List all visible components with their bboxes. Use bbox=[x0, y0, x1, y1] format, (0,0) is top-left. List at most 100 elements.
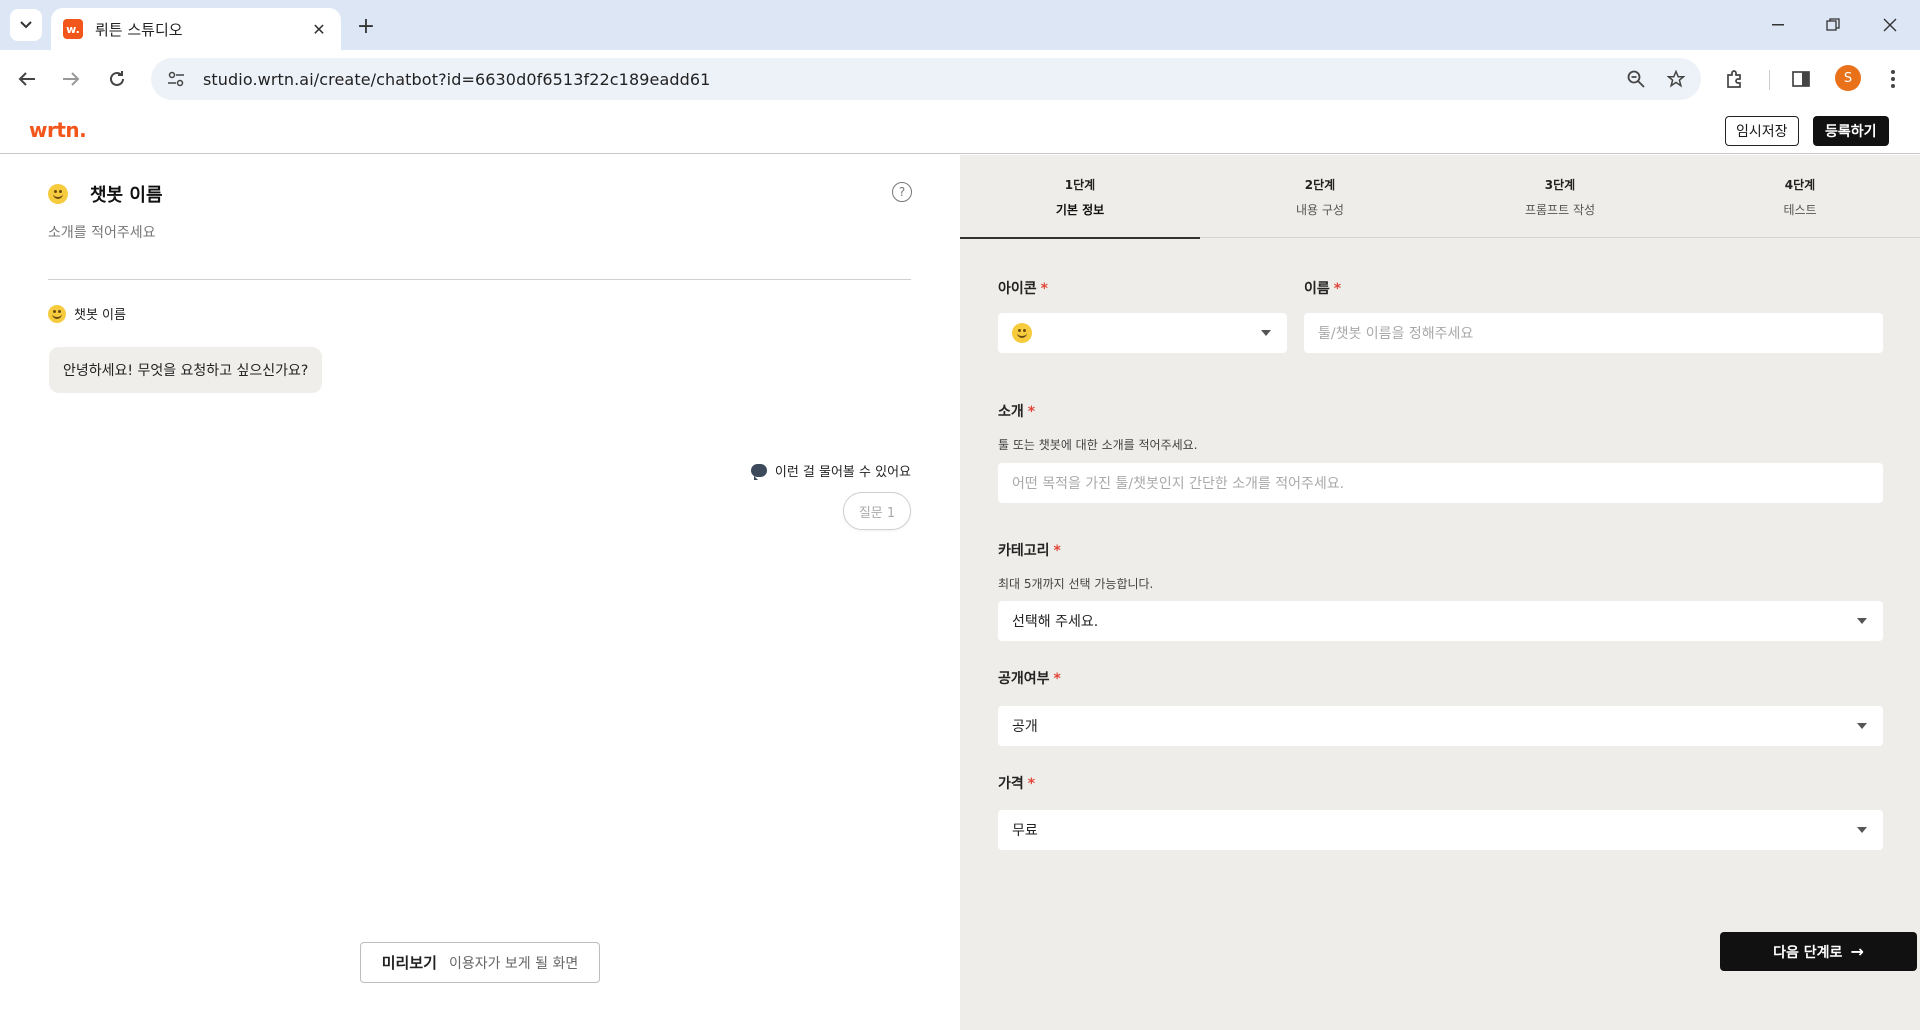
browser-toolbar: studio.wrtn.ai/create/chatbot?id=6630d0f… bbox=[0, 50, 1920, 108]
name-placeholder: 툴/챗봇 이름을 정해주세요 bbox=[1318, 326, 1474, 342]
minimize-icon bbox=[1772, 24, 1784, 26]
help-icon[interactable]: ? bbox=[892, 182, 912, 202]
tab-step-1[interactable]: 1단계 기본 정보 bbox=[960, 155, 1200, 239]
category-label: 카테고리 * bbox=[998, 543, 1061, 559]
window-close-button[interactable] bbox=[1870, 10, 1910, 40]
step-label: 테스트 bbox=[1783, 202, 1817, 217]
back-button[interactable] bbox=[10, 62, 44, 96]
smiley-icon bbox=[1012, 323, 1032, 343]
icon-label: 아이콘 * bbox=[998, 281, 1048, 297]
preview-button[interactable]: 미리보기 이용자가 보게 될 화면 bbox=[360, 942, 600, 983]
close-icon bbox=[1883, 18, 1897, 32]
step-tabs: 1단계 기본 정보 2단계 내용 구성 3단계 프롬프트 작성 4단계 테스트 bbox=[960, 155, 1920, 239]
required-mark: * bbox=[1053, 671, 1061, 687]
chat-sender-name: 챗봇 이름 bbox=[74, 308, 126, 323]
next-step-label: 다음 단계로 bbox=[1773, 944, 1843, 961]
chevron-down-icon bbox=[20, 21, 32, 29]
tab-step-2[interactable]: 2단계 내용 구성 bbox=[1200, 155, 1440, 238]
step-number: 3단계 bbox=[1544, 177, 1576, 192]
site-info-icon[interactable] bbox=[161, 64, 191, 94]
form-pane: 1단계 기본 정보 2단계 내용 구성 3단계 프롬프트 작성 4단계 테스트 … bbox=[960, 155, 1920, 1030]
app-header: wrtn. 임시저장 등록하기 bbox=[0, 108, 1920, 154]
visibility-select[interactable]: 공개 bbox=[998, 706, 1883, 746]
bot-header: 챗봇 이름 bbox=[48, 181, 163, 207]
required-mark: * bbox=[1040, 281, 1048, 297]
suggestion-label: 이런 걸 물어볼 수 있어요 bbox=[750, 461, 911, 480]
chevron-down-icon bbox=[1857, 618, 1867, 624]
extensions-button[interactable] bbox=[1718, 62, 1752, 96]
intro-help: 툴 또는 챗봇에 대한 소개를 적어주세요. bbox=[998, 438, 1198, 452]
toolbar-divider bbox=[1769, 70, 1770, 90]
chevron-down-icon bbox=[1857, 827, 1867, 833]
chat-sender: 챗봇 이름 bbox=[48, 304, 126, 323]
preview-sublabel: 이용자가 보게 될 화면 bbox=[448, 955, 579, 972]
register-button[interactable]: 등록하기 bbox=[1813, 116, 1889, 146]
category-value: 선택해 주세요. bbox=[1012, 614, 1099, 630]
puzzle-icon bbox=[1727, 70, 1741, 88]
step-label: 기본 정보 bbox=[1055, 202, 1105, 217]
question-chip[interactable]: 질문 1 bbox=[843, 492, 911, 530]
name-label: 이름 * bbox=[1304, 281, 1342, 297]
wrtn-logo[interactable]: wrtn. bbox=[29, 118, 87, 142]
temp-save-button[interactable]: 임시저장 bbox=[1725, 116, 1799, 146]
preview-label: 미리보기 bbox=[381, 954, 437, 972]
step-label: 프롬프트 작성 bbox=[1524, 202, 1596, 217]
required-mark: * bbox=[1027, 776, 1036, 792]
arrow-right-icon bbox=[63, 72, 80, 86]
price-label: 가격 * bbox=[998, 776, 1036, 792]
speech-bubble-icon bbox=[750, 464, 767, 480]
step-label: 내용 구성 bbox=[1296, 202, 1344, 217]
category-select[interactable]: 선택해 주세요. bbox=[998, 601, 1883, 641]
new-tab-button[interactable]: + bbox=[352, 12, 380, 40]
browser-tabstrip: w. 뤼튼 스튜디오 ✕ + bbox=[0, 0, 1920, 50]
menu-button[interactable] bbox=[1876, 62, 1910, 96]
next-step-button[interactable]: 다음 단계로 → bbox=[1720, 932, 1917, 971]
intro-placeholder: 어떤 목적을 가진 툴/챗봇인지 간단한 소개를 적어주세요. bbox=[1012, 476, 1345, 492]
step-number: 2단계 bbox=[1304, 177, 1336, 192]
visibility-value: 공개 bbox=[1012, 719, 1038, 735]
chevron-down-icon bbox=[1261, 330, 1271, 336]
tab-step-3[interactable]: 3단계 프롬프트 작성 bbox=[1440, 155, 1680, 238]
name-input[interactable]: 툴/챗봇 이름을 정해주세요 bbox=[1304, 313, 1883, 353]
category-help: 최대 5개까지 선택 가능합니다. bbox=[998, 577, 1154, 591]
address-bar[interactable]: studio.wrtn.ai/create/chatbot?id=6630d0f… bbox=[151, 58, 1701, 100]
zoom-icon[interactable] bbox=[1621, 64, 1651, 94]
arrow-left-icon bbox=[18, 72, 35, 86]
intro-input[interactable]: 어떤 목적을 가진 툴/챗봇인지 간단한 소개를 적어주세요. bbox=[998, 463, 1883, 503]
restore-icon bbox=[1826, 18, 1840, 31]
intro-label: 소개 * bbox=[998, 404, 1036, 420]
suggestion-text: 이런 걸 물어볼 수 있어요 bbox=[774, 465, 911, 480]
more-vert-icon bbox=[1891, 70, 1895, 88]
smiley-icon bbox=[48, 304, 66, 323]
close-icon[interactable]: ✕ bbox=[309, 20, 329, 39]
profile-avatar[interactable]: S bbox=[1835, 65, 1861, 91]
required-mark: * bbox=[1333, 281, 1342, 297]
minimize-button[interactable] bbox=[1758, 10, 1798, 40]
url-text[interactable]: studio.wrtn.ai/create/chatbot?id=6630d0f… bbox=[203, 70, 1621, 89]
required-mark: * bbox=[1027, 404, 1036, 420]
tab-search-button[interactable] bbox=[10, 9, 42, 41]
step-number: 4단계 bbox=[1784, 177, 1816, 192]
reload-icon bbox=[110, 71, 124, 86]
bot-intro: 소개를 적어주세요 bbox=[48, 225, 156, 241]
price-value: 무료 bbox=[1012, 823, 1038, 839]
required-mark: * bbox=[1053, 543, 1061, 559]
chevron-down-icon bbox=[1857, 723, 1867, 729]
icon-select[interactable] bbox=[998, 313, 1287, 353]
side-panel-button[interactable] bbox=[1784, 62, 1818, 96]
price-select[interactable]: 무료 bbox=[998, 810, 1883, 850]
reload-button[interactable] bbox=[100, 62, 134, 96]
restore-button[interactable] bbox=[1813, 10, 1853, 40]
greeting-bubble: 안녕하세요! 무엇을 요청하고 싶으신가요? bbox=[49, 347, 323, 393]
browser-tab[interactable]: w. 뤼튼 스튜디오 ✕ bbox=[51, 8, 341, 50]
side-panel-icon bbox=[1792, 71, 1810, 87]
smiley-icon bbox=[48, 184, 68, 204]
bookmark-star-icon[interactable] bbox=[1661, 64, 1691, 94]
preview-pane: 챗봇 이름 ? 소개를 적어주세요 챗봇 이름 안녕하세요! 무엇을 요청하고 … bbox=[0, 155, 960, 1030]
bot-name: 챗봇 이름 bbox=[90, 185, 163, 206]
forward-button[interactable] bbox=[54, 62, 88, 96]
wrtn-favicon-icon: w. bbox=[63, 19, 83, 39]
tab-step-4[interactable]: 4단계 테스트 bbox=[1680, 155, 1920, 238]
step-number: 1단계 bbox=[1064, 177, 1096, 192]
visibility-label: 공개여부 * bbox=[998, 671, 1061, 687]
